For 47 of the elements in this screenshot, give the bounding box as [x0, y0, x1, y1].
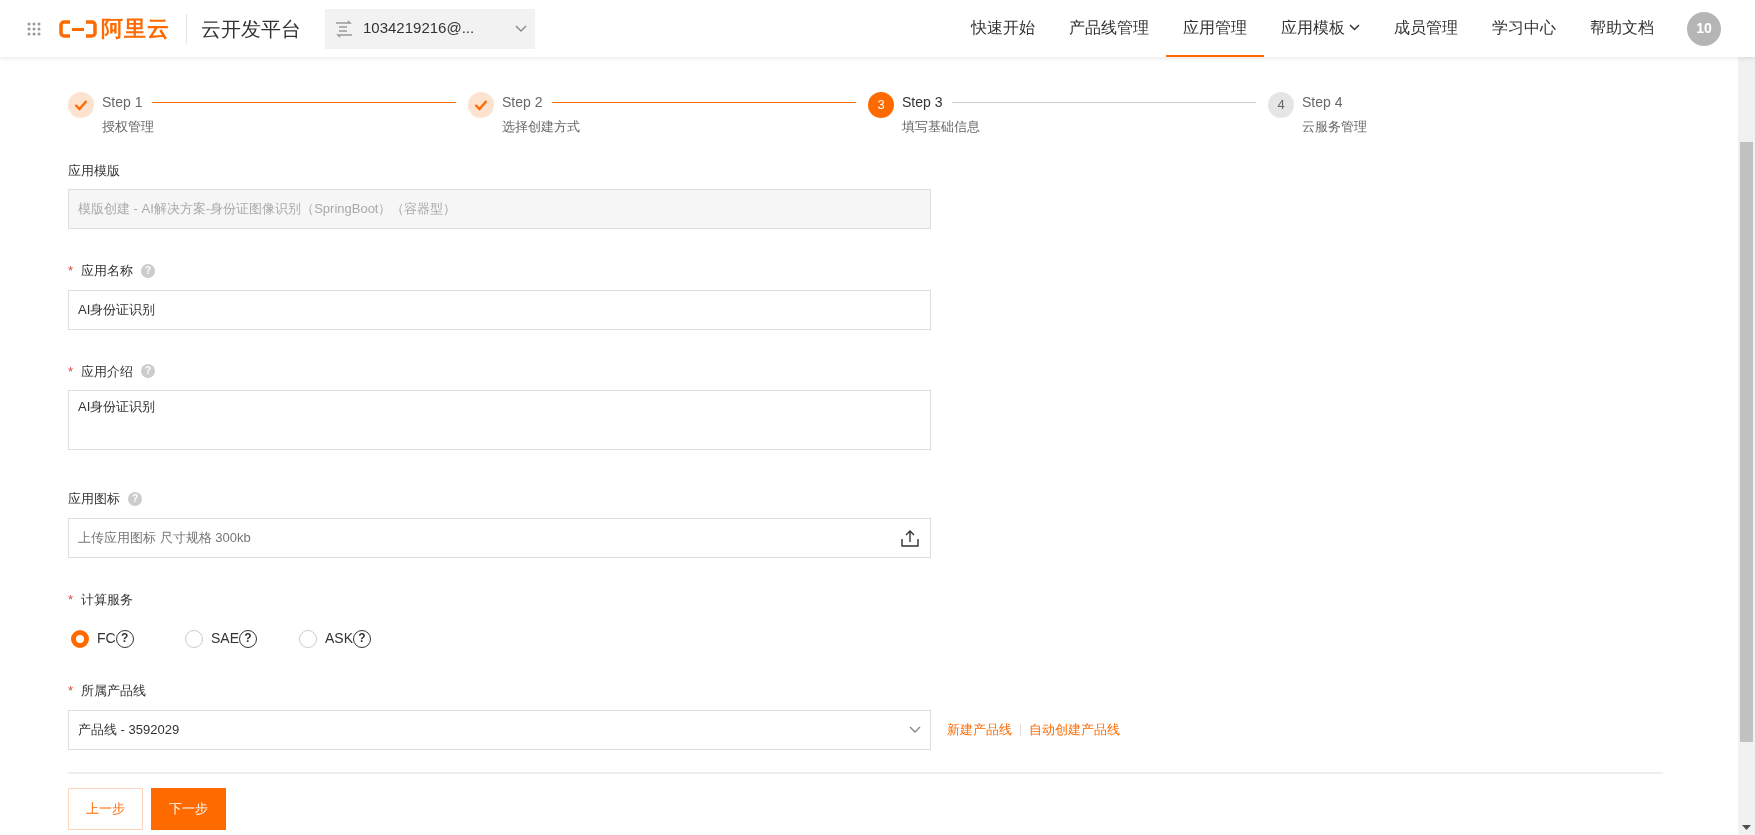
- apps-grid-icon: [27, 21, 41, 36]
- brand-name: 阿里云: [101, 15, 170, 43]
- help-icon: ?: [141, 263, 156, 278]
- help-icon: ?: [128, 491, 142, 506]
- field-label: 计算服务: [81, 590, 134, 609]
- step-subtitle: 云服务管理: [1302, 118, 1368, 136]
- step-subtitle: 选择创建方式: [502, 118, 581, 136]
- step-subtitle: 填写基础信息: [902, 118, 981, 136]
- step-subtitle: 授权管理: [102, 118, 155, 136]
- field-label: 应用介绍: [81, 362, 134, 381]
- platform-title: 云开发平台: [186, 13, 301, 44]
- field-label: 所属产品线: [81, 682, 147, 700]
- step-title: Step 3: [902, 93, 943, 112]
- select-field[interactable]: 产品线 - 3592029: [68, 709, 931, 750]
- nav-tab[interactable]: 学习中心: [1475, 0, 1573, 57]
- text-input[interactable]: AI身份证识别: [68, 289, 931, 330]
- step-title: Step 2: [502, 93, 543, 112]
- nav-tab[interactable]: 帮助文档: [1573, 0, 1671, 57]
- required-mark: *: [68, 362, 74, 381]
- chevron-down-icon: [1349, 24, 1360, 31]
- required-mark: *: [68, 262, 74, 280]
- nav-tab[interactable]: 快速开始: [954, 0, 1052, 57]
- field-label: 应用名称: [81, 262, 134, 280]
- step-title: Step 1: [102, 93, 143, 112]
- upload-icon[interactable]: [901, 528, 919, 547]
- step-number: 3: [868, 92, 894, 118]
- logo-icon: [59, 18, 97, 39]
- field-label: 应用模版: [68, 161, 120, 180]
- textarea-input[interactable]: AI身份证识别: [68, 390, 931, 450]
- field-label: 应用图标: [68, 490, 120, 508]
- help-icon: ?: [141, 364, 156, 379]
- nav-tab[interactable]: 成员管理: [1377, 0, 1475, 57]
- required-mark: *: [68, 682, 74, 700]
- nav-tab[interactable]: 应用管理: [1166, 0, 1264, 57]
- swap-icon: [333, 18, 355, 39]
- upload-field[interactable]: 上传应用图标 尺寸规格 300kb: [68, 517, 931, 558]
- step-title: Step 4: [1302, 93, 1343, 112]
- chevron-down-icon: [515, 24, 527, 33]
- nav-tab[interactable]: 应用模板: [1264, 0, 1377, 57]
- radio-option[interactable]: FC ?: [71, 628, 185, 649]
- radio-option[interactable]: SAE ?: [185, 628, 299, 649]
- chevron-down-icon: [909, 725, 921, 734]
- radio-option[interactable]: ASK ?: [299, 628, 413, 649]
- required-mark: *: [68, 590, 74, 609]
- step-number: 4: [1268, 92, 1294, 118]
- account-selector[interactable]: 1034219216@...: [325, 8, 535, 49]
- nav-tab[interactable]: 产品线管理: [1052, 0, 1166, 57]
